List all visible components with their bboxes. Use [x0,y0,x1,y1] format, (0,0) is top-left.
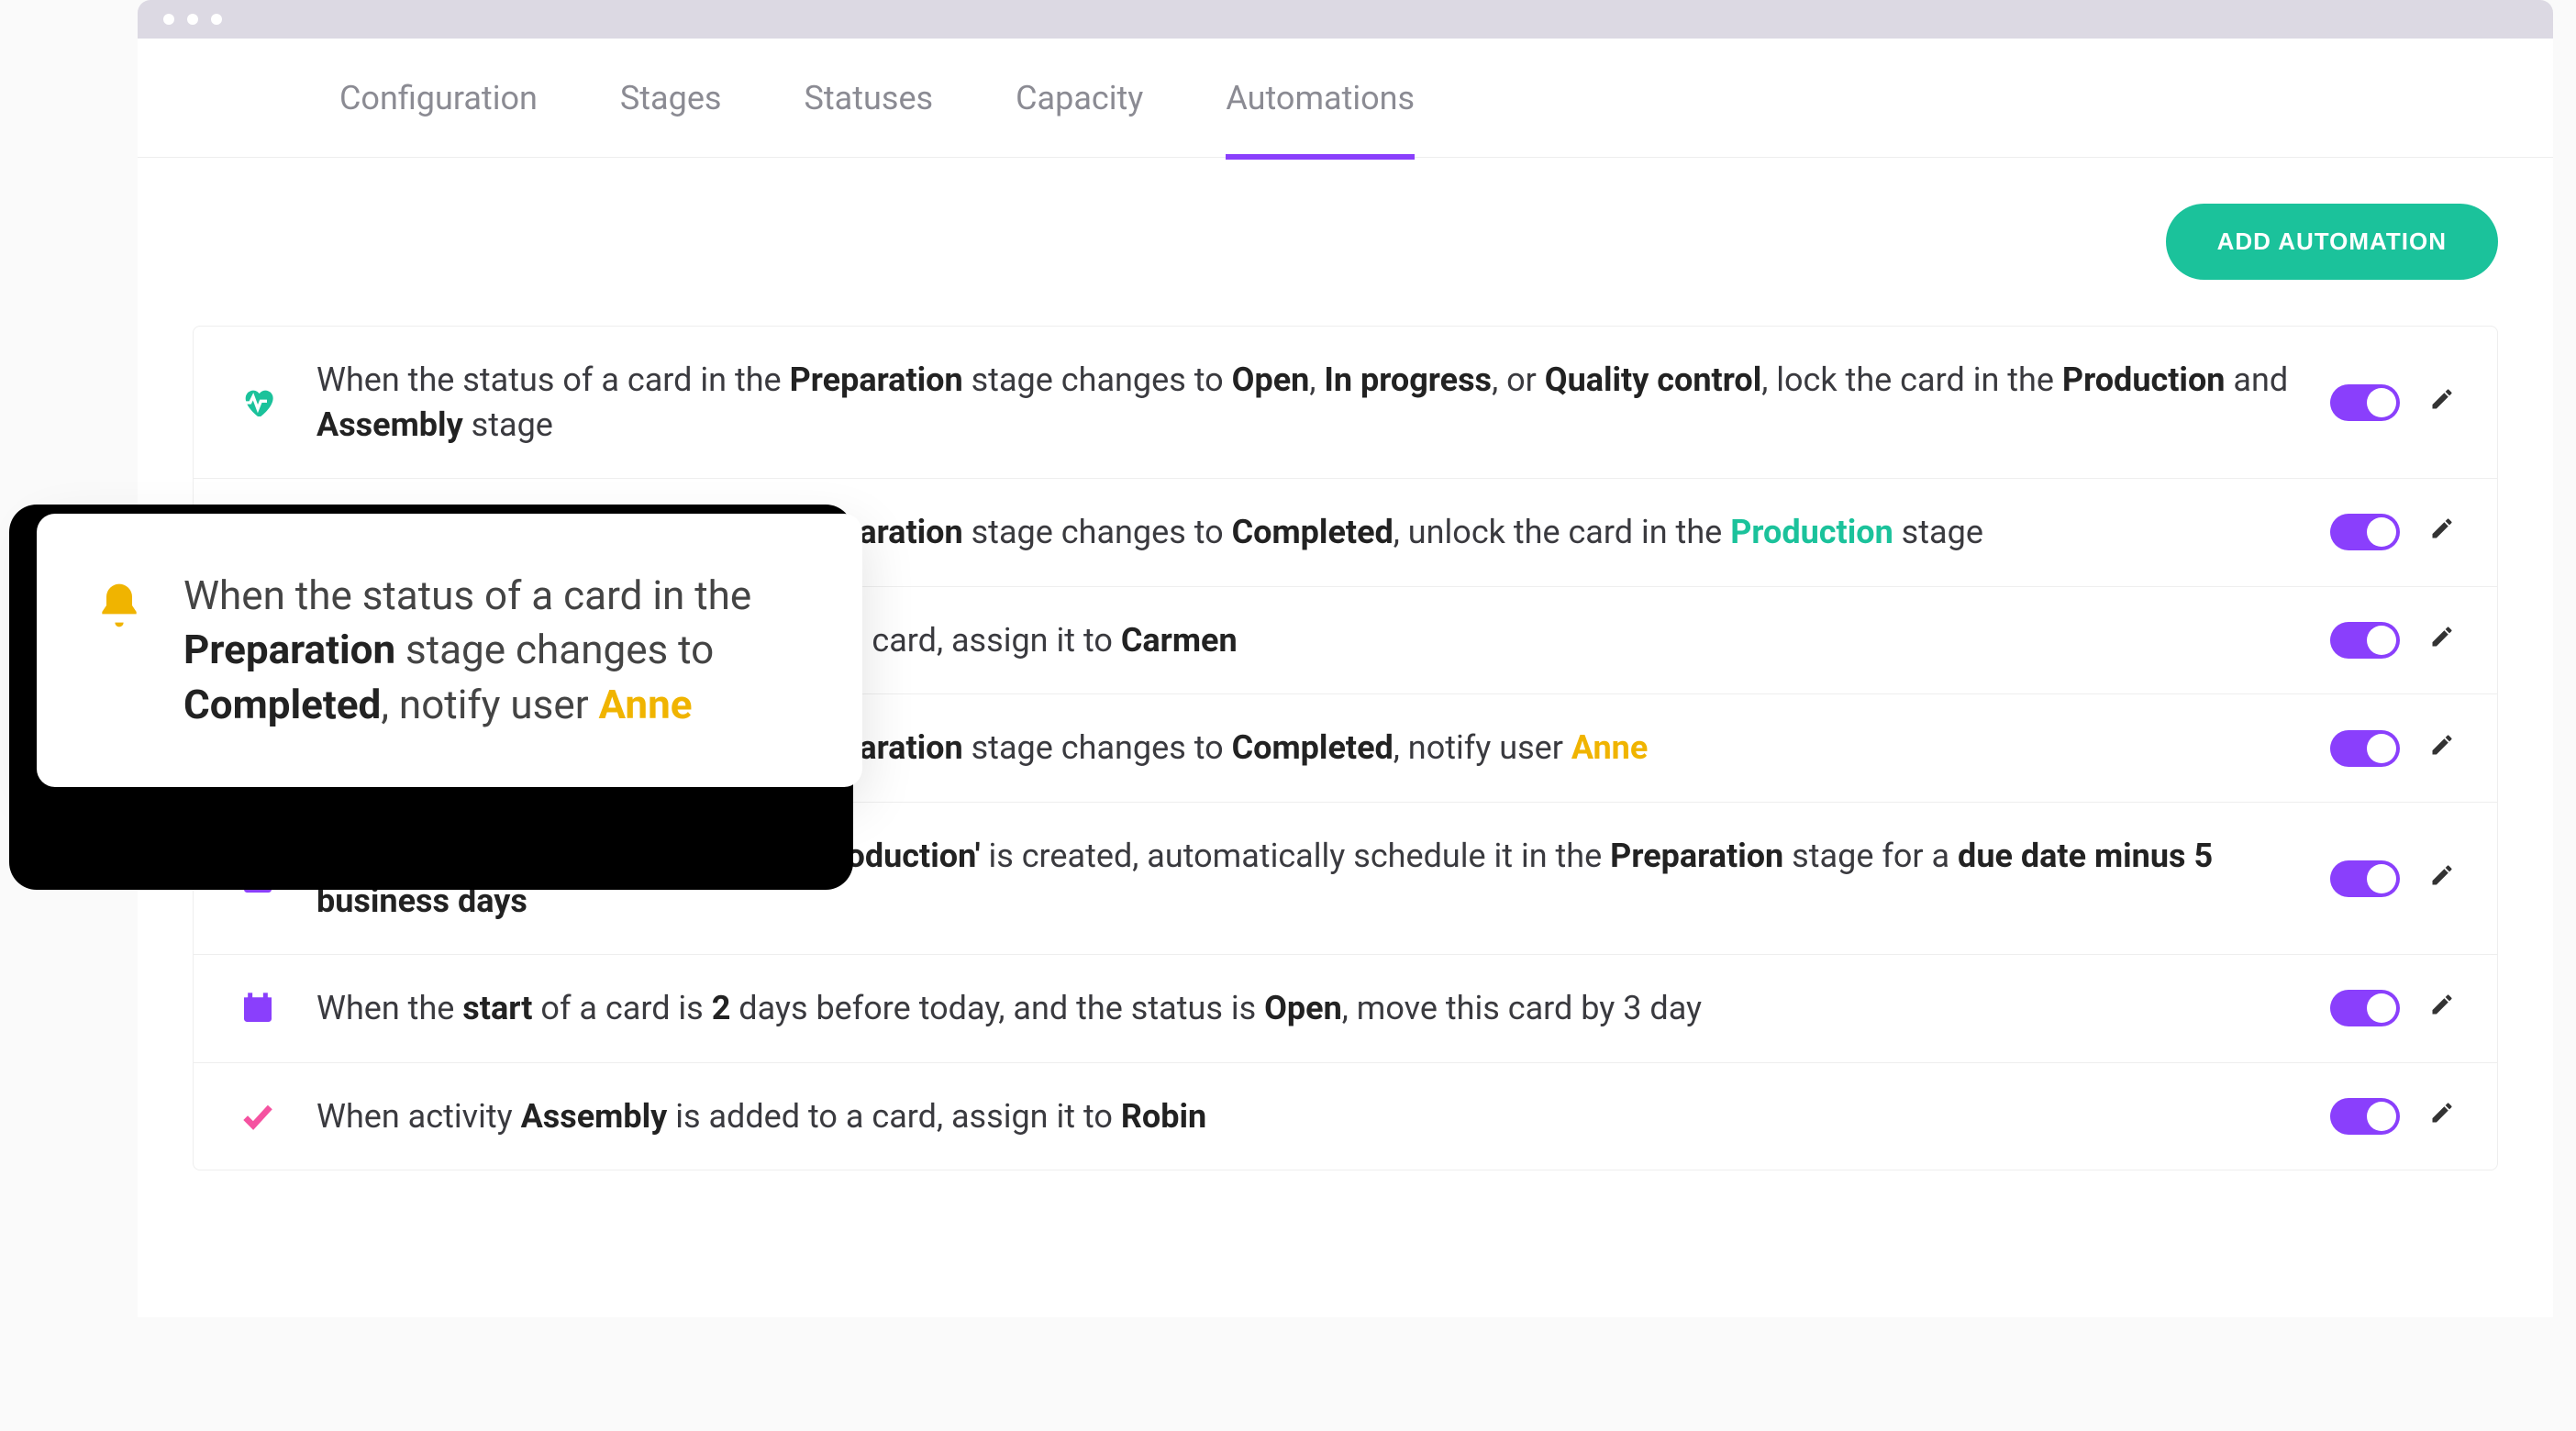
bell-icon [92,580,147,643]
edit-automation-button[interactable] [2426,988,2459,1028]
check-icon [232,1098,283,1135]
automation-row: When the status of a card in the Prepara… [194,327,2497,479]
automation-preview-popup: When the status of a card in the Prepara… [37,514,862,787]
edit-automation-button[interactable] [2426,859,2459,899]
tab-bar: Configuration Stages Statuses Capacity Autom… [138,39,2553,158]
automation-row: When activity Assembly is added to a car… [194,1063,2497,1170]
tab-automations[interactable]: Automations [1226,39,1415,158]
popup-text: When the status of a card in the Prepara… [183,569,807,732]
tab-configuration[interactable]: Configuration [339,39,538,158]
automation-row: When the start of a card is 2 days befor… [194,955,2497,1063]
automation-description: When the start of a card is 2 days befor… [316,986,2297,1031]
automation-toggle[interactable] [2330,622,2400,659]
edit-automation-button[interactable] [2426,383,2459,423]
tab-capacity[interactable]: Capacity [1016,39,1143,158]
automation-toggle[interactable] [2330,514,2400,550]
edit-automation-button[interactable] [2426,620,2459,660]
automation-toggle[interactable] [2330,860,2400,897]
window-dot [163,14,174,25]
edit-automation-button[interactable] [2426,512,2459,552]
automation-description: When the status of a card in the Prepara… [316,358,2297,447]
automation-toggle[interactable] [2330,384,2400,421]
automation-toggle[interactable] [2330,990,2400,1026]
automation-toggle[interactable] [2330,730,2400,767]
add-automation-button[interactable]: ADD AUTOMATION [2166,204,2498,280]
window-dot [211,14,222,25]
edit-automation-button[interactable] [2426,728,2459,769]
heartbeat-icon [232,384,283,421]
automation-toggle[interactable] [2330,1098,2400,1135]
calendar-icon [232,990,283,1026]
edit-automation-button[interactable] [2426,1096,2459,1137]
tab-statuses[interactable]: Statuses [805,39,934,158]
window-dot [187,14,198,25]
automation-description: When activity Assembly is added to a car… [316,1094,2297,1139]
window-titlebar [138,0,2553,39]
tab-stages[interactable]: Stages [620,39,722,158]
